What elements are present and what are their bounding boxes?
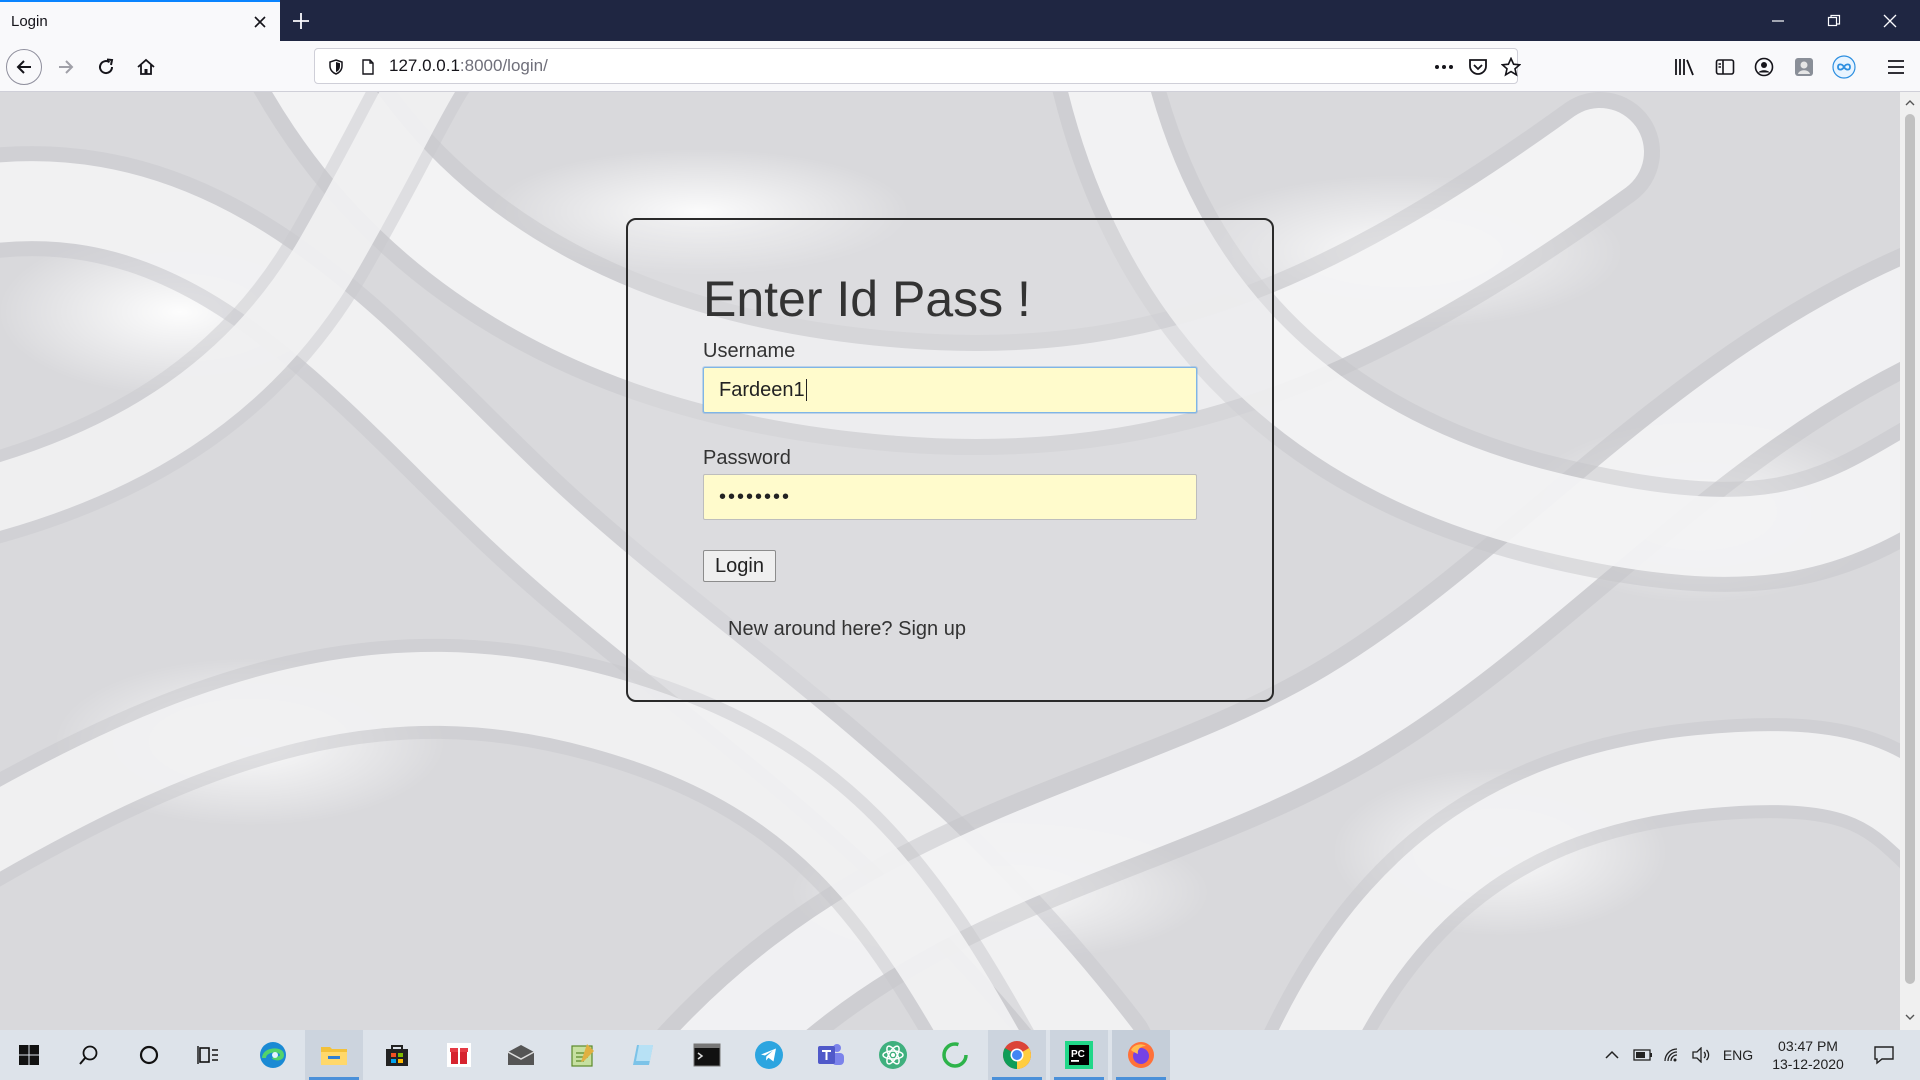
cortana-icon[interactable] — [120, 1030, 178, 1080]
password-label: Password — [703, 447, 791, 469]
wifi-icon[interactable] — [1660, 1030, 1686, 1080]
store-icon[interactable] — [368, 1030, 426, 1080]
signup-link[interactable]: New around here? Sign up — [728, 618, 966, 641]
navigation-toolbar: 127.0.0.1:8000/login/ — [0, 41, 1920, 92]
telegram-icon[interactable] — [740, 1030, 798, 1080]
page-background: Enter Id Pass ! Username Fardeen1 Passwo… — [0, 92, 1900, 1030]
login-heading: Enter Id Pass ! — [703, 271, 1031, 327]
firefox-icon[interactable] — [1112, 1030, 1170, 1080]
back-arrow-icon[interactable] — [6, 49, 42, 85]
task-view-icon[interactable] — [180, 1030, 238, 1080]
chrome-icon[interactable] — [988, 1030, 1046, 1080]
scroll-down-icon[interactable] — [1900, 1008, 1920, 1026]
new-tab-icon[interactable] — [286, 6, 316, 36]
forward-arrow-icon[interactable] — [48, 49, 84, 85]
username-label: Username — [703, 340, 796, 362]
system-clock[interactable]: 03:47 PM 13-12-2020 — [1760, 1037, 1856, 1073]
windows-start-icon[interactable] — [0, 1030, 58, 1080]
sidebar-icon[interactable] — [1708, 50, 1742, 84]
clock-date: 13-12-2020 — [1772, 1056, 1844, 1072]
url-path: :8000/login/ — [459, 56, 548, 75]
windows-taskbar: PC ENG 03:47 PM 13-12-2020 — [0, 1030, 1920, 1080]
gift-app-icon[interactable] — [430, 1030, 488, 1080]
library-icon[interactable] — [1668, 50, 1702, 84]
vertical-scrollbar[interactable] — [1900, 92, 1920, 1030]
green-spinner-icon[interactable] — [926, 1030, 984, 1080]
username-input[interactable]: Fardeen1 — [703, 367, 1197, 413]
shield-icon[interactable] — [323, 54, 349, 80]
battery-icon[interactable] — [1630, 1030, 1656, 1080]
url-text[interactable]: 127.0.0.1:8000/login/ — [389, 49, 548, 83]
account-icon[interactable] — [1747, 50, 1781, 84]
close-tab-icon[interactable] — [246, 8, 274, 36]
close-window-icon[interactable] — [1862, 0, 1918, 41]
edge-browser-icon[interactable] — [244, 1030, 302, 1080]
more-actions-icon[interactable] — [1431, 54, 1457, 80]
home-icon[interactable] — [128, 49, 164, 85]
notepad-app-icon[interactable] — [554, 1030, 612, 1080]
pycharm-icon[interactable]: PC — [1050, 1030, 1108, 1080]
file-explorer-icon[interactable] — [305, 1030, 363, 1080]
teams-icon[interactable] — [802, 1030, 860, 1080]
notification-center-icon[interactable] — [1864, 1030, 1904, 1080]
tab-title: Login — [11, 13, 48, 30]
page-info-icon[interactable] — [355, 54, 381, 80]
restore-icon[interactable] — [1806, 0, 1862, 41]
clock-time: 03:47 PM — [1778, 1038, 1838, 1054]
volume-icon[interactable] — [1688, 1030, 1714, 1080]
atom-icon[interactable] — [864, 1030, 922, 1080]
scrollbar-thumb[interactable] — [1905, 114, 1915, 984]
username-value: Fardeen1 — [719, 378, 805, 401]
search-icon[interactable] — [60, 1030, 118, 1080]
tab-bar: Login — [0, 0, 1920, 41]
bookmark-star-icon[interactable] — [1498, 54, 1524, 80]
pocket-icon[interactable] — [1465, 54, 1491, 80]
menu-hamburger-icon[interactable] — [1879, 50, 1913, 84]
blue-app-icon[interactable] — [616, 1030, 674, 1080]
text-caret — [805, 379, 807, 401]
svg-text:PC: PC — [1071, 1049, 1085, 1060]
terminal-icon[interactable] — [678, 1030, 736, 1080]
password-mask: •••••••• — [719, 485, 792, 508]
url-bar[interactable]: 127.0.0.1:8000/login/ — [314, 48, 1521, 84]
scroll-up-icon[interactable] — [1900, 94, 1920, 112]
login-button[interactable]: Login — [703, 550, 776, 582]
language-indicator[interactable]: ENG — [1718, 1030, 1758, 1080]
password-input[interactable]: •••••••• — [703, 474, 1197, 520]
url-host: 127.0.0.1 — [389, 56, 460, 75]
show-hidden-icons-chevron-icon[interactable] — [1600, 1030, 1624, 1080]
login-card: Enter Id Pass ! Username Fardeen1 Passwo… — [626, 218, 1274, 702]
infinity-extension-icon[interactable] — [1827, 50, 1861, 84]
reload-icon[interactable] — [88, 49, 124, 85]
extension-icon[interactable] — [1787, 50, 1821, 84]
minimize-icon[interactable] — [1750, 0, 1806, 41]
tab-login[interactable]: Login — [0, 0, 280, 41]
mail-icon[interactable] — [492, 1030, 550, 1080]
